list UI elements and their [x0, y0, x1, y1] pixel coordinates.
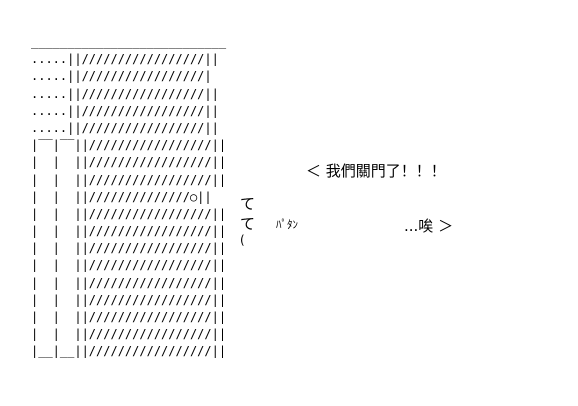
te-character-lower: て	[240, 215, 256, 233]
ascii-art-line: | | ||/////////////////||	[31, 310, 227, 324]
ascii-art-line: .....||/////////////////||	[31, 86, 219, 101]
ascii-art-line: | | ||/////////////////||	[31, 224, 227, 239]
ascii-art-line: | | ||/////////////////||	[31, 292, 227, 307]
ascii-art-line: | | ||/////////////////||	[31, 258, 227, 273]
slam-sound-effect: ﾊﾟﾀﾝ	[276, 218, 298, 231]
ascii-art-line: .....||/////////////////||	[31, 52, 219, 67]
ascii-art-line: | | ||//////////////○||	[31, 189, 212, 204]
ascii-art-line: | | ||/////////////////||	[31, 172, 227, 187]
ascii-art-line: .....||/////////////////|	[31, 69, 212, 84]
ascii-art-line: | | ||/////////////////||	[31, 275, 227, 290]
ascii-art-line: | | ||/////////////////||	[31, 206, 227, 221]
open-paren: (	[240, 233, 245, 247]
door-ascii-art: ___________________________ .....||//////…	[31, 34, 226, 361]
sigh-text: ...唉 ＞	[404, 217, 454, 235]
ascii-art-line: | | ||/////////////////||	[31, 327, 227, 342]
ascii-art-line: |__|__||/////////////////||	[31, 344, 227, 359]
ascii-art-line: | | ||/////////////////||	[31, 241, 227, 256]
ascii-art-line: .....||/////////////////||	[31, 103, 219, 118]
te-character-upper: て	[240, 195, 256, 213]
ascii-art-line: |‾‾|‾‾||/////////////////||	[31, 138, 227, 153]
ascii-art-line: .....||/////////////////||	[31, 120, 219, 135]
shout-text: ＜ 我們關門了！！！	[306, 162, 446, 180]
ascii-art-scene: ___________________________ .....||//////…	[0, 0, 578, 406]
ascii-art-line: | | ||/////////////////||	[31, 155, 227, 170]
ascii-art-line: ___________________________	[31, 35, 227, 49]
